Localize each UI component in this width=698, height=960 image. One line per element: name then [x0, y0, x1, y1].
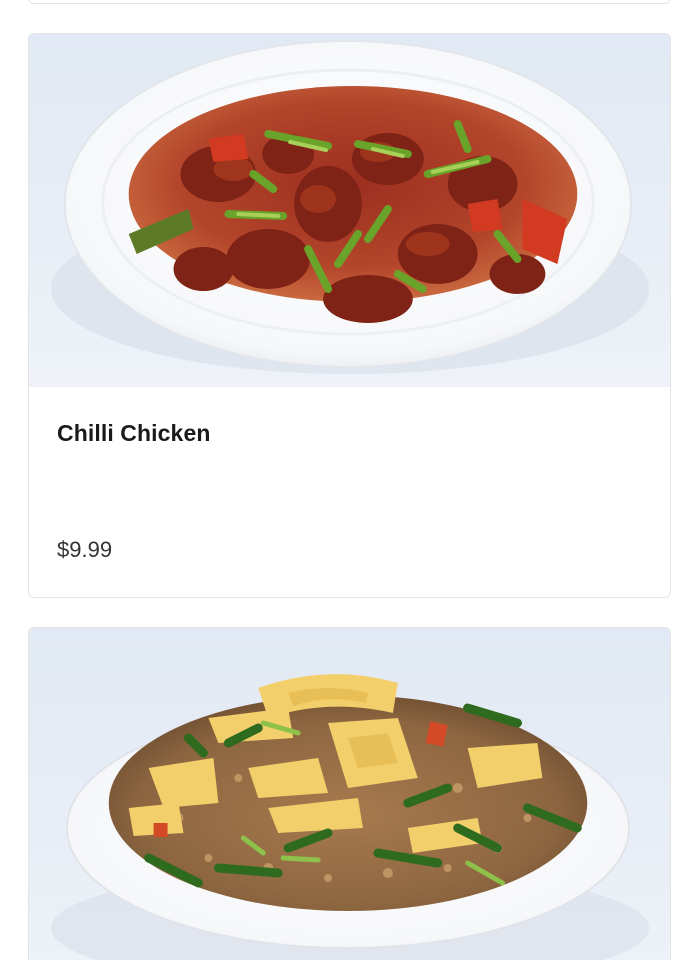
item-price: $9.99 [57, 537, 113, 562]
item-name: Chilli Chicken [57, 420, 211, 446]
menu-card-previous[interactable] [28, 0, 671, 4]
food-image-fried-rice [29, 628, 670, 960]
menu-card-info: Chilli Chicken $9.99 [29, 387, 670, 597]
menu-card[interactable] [28, 627, 671, 960]
food-image-chilli-chicken [29, 34, 670, 387]
menu-card[interactable]: Chilli Chicken $9.99 [28, 33, 671, 598]
